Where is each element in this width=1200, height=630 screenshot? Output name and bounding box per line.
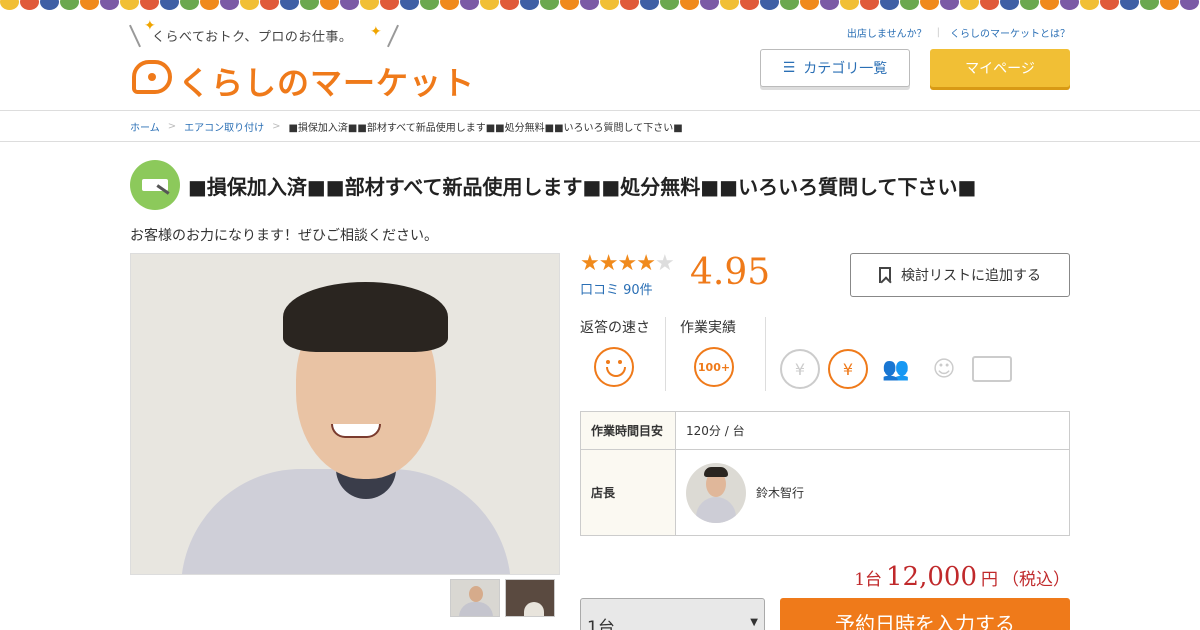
- reserve-button[interactable]: 予約日時を入力する: [780, 598, 1070, 630]
- sparkle-icon: ✦: [370, 24, 382, 40]
- avatar[interactable]: [686, 462, 746, 523]
- metric-results-label: 作業実績: [680, 320, 736, 336]
- bookmark-icon: [879, 267, 891, 283]
- chevron-right-icon: >: [272, 120, 281, 132]
- reviews-link[interactable]: 口コミ 90件: [580, 279, 674, 298]
- time-value: 120分 / 台: [675, 411, 1070, 450]
- category-list-button[interactable]: ☰ カテゴリ一覧: [760, 49, 910, 87]
- divider: |: [936, 27, 940, 38]
- breadcrumb-category[interactable]: エアコン取り付け: [184, 119, 264, 134]
- listing-title-row: ■損保加入済■■部材すべて新品使用します■■処分無料■■いろいろ質問して下さい■: [130, 160, 976, 210]
- star-filled-icon: ★: [617, 251, 637, 276]
- list-icon: ☰: [782, 60, 796, 76]
- price-tax: （税込）: [1002, 570, 1070, 590]
- mypage-button[interactable]: マイページ: [930, 49, 1070, 87]
- metric-response-speed: 返答の速さ: [580, 317, 666, 391]
- logo-tagline: くらべておトク、プロのお仕事。: [152, 30, 353, 45]
- smile-icon: [594, 347, 634, 387]
- price-unit: 1台: [854, 570, 883, 590]
- top-links: 出店しませんか？ | くらしのマーケットとは？: [847, 25, 1070, 40]
- feature-badges: ¥ ¥ 👥 ☺: [780, 347, 1012, 391]
- metric-response-label: 返答の速さ: [580, 320, 650, 336]
- quantity-value: 1台: [587, 618, 615, 630]
- table-row: 作業時間目安 120分 / 台: [580, 411, 1070, 450]
- photo-thumbnail[interactable]: [450, 579, 500, 617]
- results-badge-text: 100+: [697, 360, 731, 374]
- aircon-install-icon: [130, 160, 180, 210]
- star-empty-icon: ★: [654, 251, 675, 276]
- logo-mark-icon: [132, 60, 172, 94]
- mypage-label: マイページ: [965, 61, 1035, 77]
- table-row: 店長 鈴木智行: [580, 449, 1070, 536]
- price: 1台 12,000 円 （税込）: [854, 562, 1070, 592]
- star-rating: ★★★★★: [580, 251, 675, 276]
- breadcrumb-home[interactable]: ホーム: [130, 119, 160, 134]
- rating-score: 4.95: [690, 252, 771, 293]
- metrics-row: 返答の速さ 作業実績 100+ ¥ ¥ 👥 ☺: [580, 317, 1012, 391]
- owner-label: 店長: [580, 449, 676, 536]
- yen-lock-icon: ¥: [828, 349, 868, 389]
- info-table: 作業時間目安 120分 / 台 店長 鈴木智行: [580, 411, 1070, 536]
- site-logo[interactable]: ✦ くらべておトク、プロのお仕事。 ✦ くらしのマーケット: [129, 18, 474, 102]
- price-yen: 円: [981, 570, 998, 590]
- photo-thumbnail[interactable]: [505, 579, 555, 617]
- hundred-plus-icon: 100+: [694, 347, 734, 387]
- category-list-label: カテゴリ一覧: [803, 61, 888, 77]
- rating-block: ★★★★★ 口コミ 90件: [580, 251, 675, 299]
- metric-results: 作業実績 100+: [680, 317, 766, 391]
- star-filled-icon: ★: [598, 251, 619, 276]
- yen-down-icon: ¥: [780, 349, 820, 389]
- breadcrumb: ホーム > エアコン取り付け > ■損保加入済■■部材すべて新品使用します■■処…: [0, 110, 1200, 142]
- star-filled-icon: ★: [580, 251, 600, 276]
- add-to-list-label: 検討リストに追加する: [901, 268, 1041, 284]
- add-to-list-button[interactable]: 検討リストに追加する: [850, 253, 1070, 297]
- breadcrumb-current: ■損保加入済■■部材すべて新品使用します■■処分無料■■いろいろ質問して下さい■: [288, 122, 683, 134]
- listing-subtitle: お客様のお力になります！ぜひご相談ください。: [130, 228, 438, 244]
- time-label: 作業時間目安: [580, 411, 676, 450]
- quantity-select[interactable]: 1台 ▼: [580, 598, 765, 630]
- owner-cell: 鈴木智行: [675, 449, 1070, 536]
- photo-thumbnails: [450, 579, 555, 617]
- logo-slash-right: [387, 24, 399, 48]
- logo-text: くらしのマーケット: [178, 64, 476, 102]
- main-photo[interactable]: [130, 253, 560, 575]
- reserve-label: 予約日時を入力する: [835, 612, 1015, 630]
- chevron-down-icon: ▼: [750, 617, 758, 628]
- page-title: ■損保加入済■■部材すべて新品使用します■■処分無料■■いろいろ質問して下さい■: [188, 174, 977, 199]
- female-staff-icon: ☺: [932, 356, 956, 382]
- group-icon: 👥: [882, 356, 910, 382]
- price-amount: 12,000: [886, 562, 977, 592]
- credit-card-icon: [972, 356, 1012, 382]
- link-open-shop[interactable]: 出店しませんか？: [847, 25, 927, 40]
- site-header: ✦ くらべておトク、プロのお仕事。 ✦ くらしのマーケット 出店しませんか？ |…: [0, 10, 1200, 110]
- header-dot-border: [0, 0, 1200, 10]
- star-filled-icon: ★: [636, 251, 656, 276]
- logo-slash-left: [129, 24, 141, 48]
- chevron-right-icon: >: [167, 120, 177, 132]
- link-about[interactable]: くらしのマーケットとは？: [950, 25, 1070, 40]
- owner-name: 鈴木智行: [756, 486, 805, 500]
